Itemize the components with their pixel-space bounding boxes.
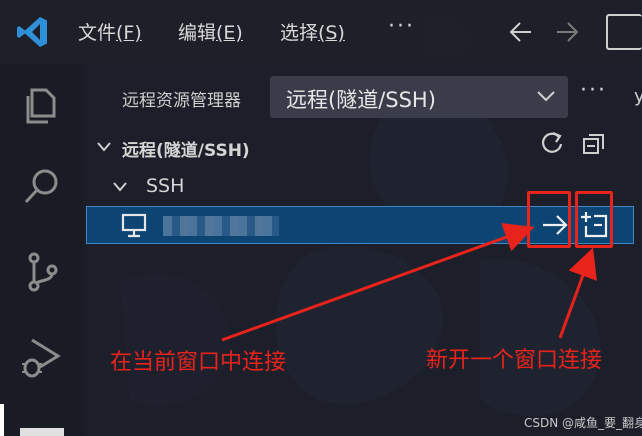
annotation-connect-new: 新开一个窗口连接 (426, 348, 603, 373)
watermark: CSDN @咸鱼_要_翻身 (524, 416, 642, 430)
annotation-connect-here: 在当前窗口中连接 (110, 350, 287, 375)
arrow-to-connect-new (558, 247, 597, 339)
arrow-to-connect-here (221, 223, 535, 342)
